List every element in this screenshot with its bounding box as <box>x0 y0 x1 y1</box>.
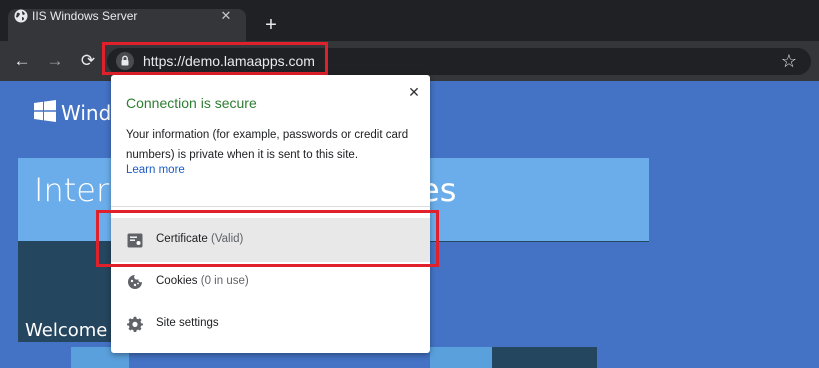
connection-secure-title: Connection is secure <box>126 95 257 111</box>
forward-button[interactable]: → <box>43 49 67 73</box>
gear-icon <box>127 316 143 332</box>
page-tile <box>492 347 597 368</box>
cookie-icon <box>128 275 142 289</box>
connection-info-text: Your information (for example, passwords… <box>126 129 409 161</box>
reload-button[interactable]: ⟳ <box>76 49 100 73</box>
new-tab-button[interactable]: + <box>262 15 280 35</box>
certificate-highlight-box <box>96 210 439 267</box>
popup-close-icon[interactable]: ✕ <box>405 83 423 101</box>
globe-icon <box>14 9 28 23</box>
popup-divider <box>111 206 430 207</box>
back-button[interactable]: ← <box>10 49 34 73</box>
windows-logo-icon <box>34 100 56 122</box>
url-highlight-box <box>102 42 328 75</box>
cookies-status: (0 in use) <box>200 275 249 287</box>
welcome-text: Welcome <box>25 320 108 341</box>
page-divider <box>430 241 649 242</box>
site-settings-row[interactable]: Site settings <box>156 317 219 329</box>
tab-close-icon[interactable]: ✕ <box>218 8 234 24</box>
bookmark-star-icon[interactable]: ☆ <box>780 51 798 71</box>
cookies-label-text: Cookies <box>156 275 198 287</box>
learn-more-link[interactable]: Learn more <box>126 164 185 176</box>
page-tile <box>430 347 492 368</box>
cookies-row[interactable]: Cookies (0 in use) <box>156 275 249 287</box>
tab-title: IIS Windows Server <box>32 9 138 23</box>
